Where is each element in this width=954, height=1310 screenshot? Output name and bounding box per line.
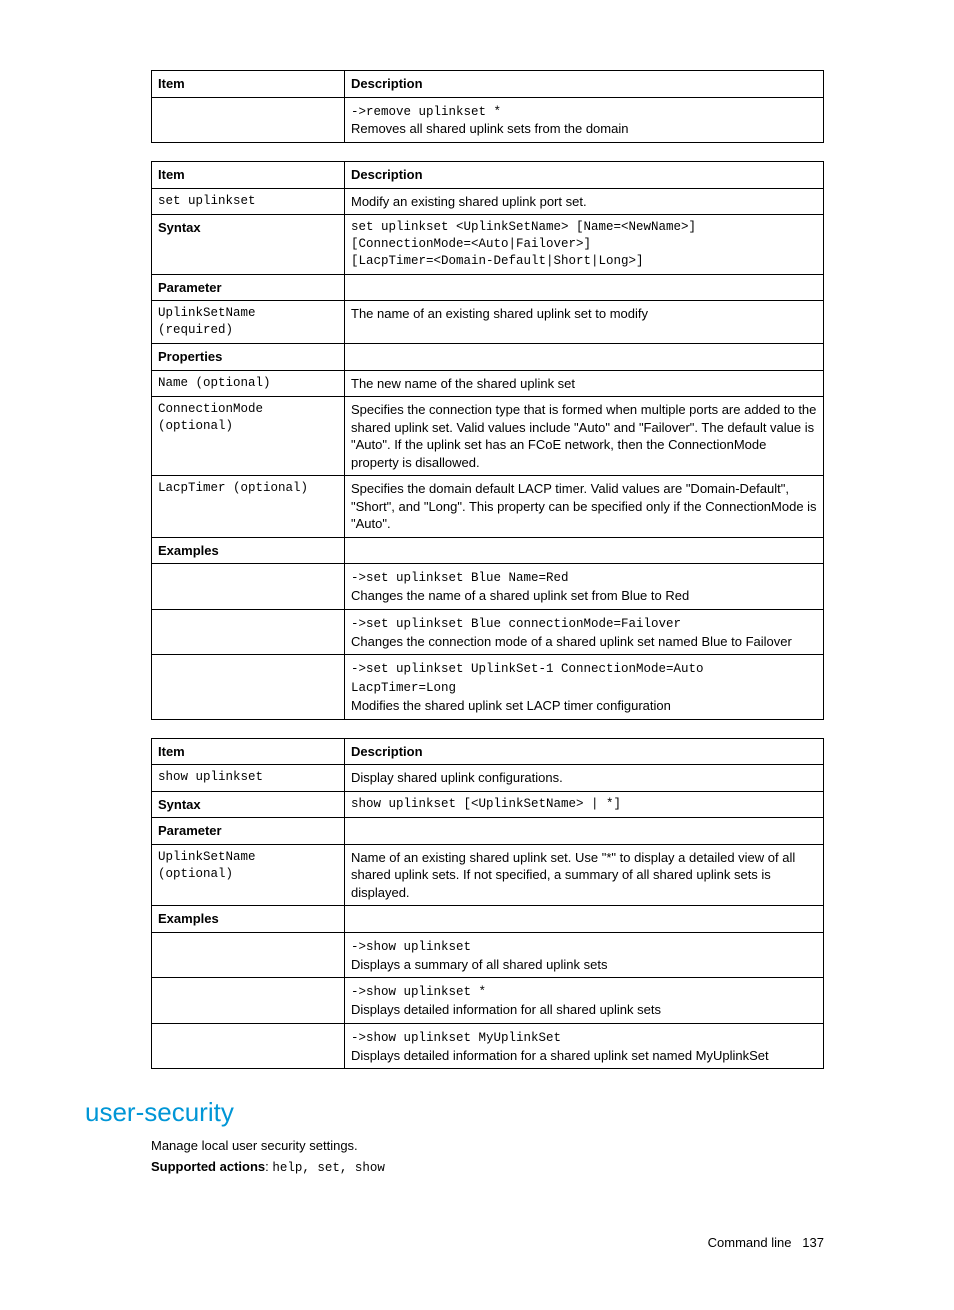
table-row: Name (optional) The new name of the shar… (152, 370, 824, 397)
code-example: ->remove uplinkset * (351, 105, 501, 119)
table-row: ->show uplinkset Displays a summary of a… (152, 932, 824, 977)
section-heading-user-security: user-security (85, 1097, 824, 1128)
table-row: ConnectionMode (optional) Specifies the … (152, 397, 824, 476)
table-header-description: Description (345, 161, 824, 188)
table-row: Parameter (152, 274, 824, 301)
table-set-uplinkset: Item Description set uplinkset Modify an… (151, 161, 824, 720)
table-row: set uplinkset Modify an existing shared … (152, 188, 824, 215)
table-row: ->show uplinkset MyUplinkSet Displays de… (152, 1023, 824, 1068)
table-row: Syntax set uplinkset <UplinkSetName> [Na… (152, 215, 824, 275)
table-header-item: Item (152, 161, 345, 188)
description-text: Removes all shared uplink sets from the … (351, 121, 628, 136)
table-row: ->set uplinkset Blue connectionMode=Fail… (152, 609, 824, 654)
table-row: ->set uplinkset Blue Name=Red Changes th… (152, 564, 824, 609)
table-row: Syntax show uplinkset [<UplinkSetName> |… (152, 791, 824, 818)
page-footer: Command line 137 (85, 1235, 824, 1250)
table-header-description: Description (345, 738, 824, 765)
table-row: Examples (152, 537, 824, 564)
table-row: ->set uplinkset UplinkSet-1 ConnectionMo… (152, 655, 824, 719)
section-intro: Manage local user security settings. (151, 1138, 824, 1153)
table-row: UplinkSetName (optional) Name of an exis… (152, 844, 824, 906)
table-row: Properties (152, 343, 824, 370)
table-header-item: Item (152, 71, 345, 98)
table-row: Parameter (152, 818, 824, 845)
table-row: ->show uplinkset * Displays detailed inf… (152, 978, 824, 1023)
table-row: UplinkSetName (required) The name of an … (152, 301, 824, 344)
table-header-description: Description (345, 71, 824, 98)
table-show-uplinkset: Item Description show uplinkset Display … (151, 738, 824, 1070)
table-row: LacpTimer (optional) Specifies the domai… (152, 476, 824, 538)
table-remove-uplinkset: Item Description ->remove uplinkset * Re… (151, 70, 824, 143)
supported-actions: Supported actions: help, set, show (151, 1159, 824, 1175)
table-row: show uplinkset Display shared uplink con… (152, 765, 824, 792)
table-header-item: Item (152, 738, 345, 765)
table-row: Examples (152, 906, 824, 933)
table-row: ->remove uplinkset * Removes all shared … (152, 97, 824, 142)
